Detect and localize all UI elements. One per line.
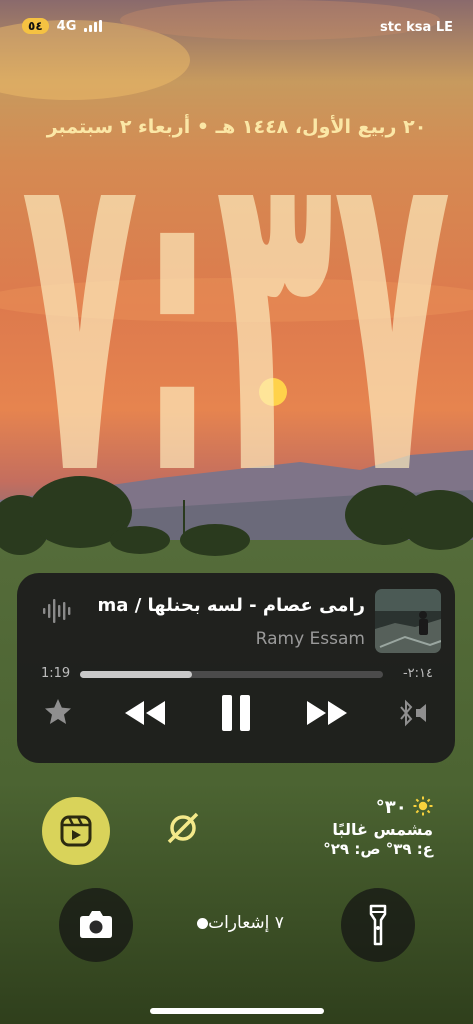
- notification-dot-icon: [197, 917, 209, 929]
- weather-temp: ٣٠°: [375, 797, 407, 818]
- progress-track[interactable]: [80, 671, 383, 678]
- bluetooth-speaker-icon[interactable]: [397, 699, 433, 727]
- battery-indicator: ٥٤: [22, 18, 49, 34]
- reels-icon: [60, 815, 92, 847]
- flashlight-icon: [369, 904, 387, 946]
- weather-temp-row: ٣٠°: [323, 796, 433, 818]
- weather-widget[interactable]: ٣٠° مشمس غالبًا ع: ٣٩° ص: ٢٩°: [323, 796, 433, 858]
- artist-name: Ramy Essam: [255, 629, 365, 649]
- star-icon[interactable]: [43, 697, 73, 727]
- network-type: 4G: [56, 18, 77, 34]
- weather-condition: مشمس غالبًا: [332, 820, 433, 839]
- rewind-icon[interactable]: [123, 699, 167, 727]
- sun-icon: [413, 796, 433, 816]
- now-playing-widget[interactable]: رامى عصام - لسه بحنلها / ma Ramy Essam 1…: [17, 573, 455, 763]
- notifications-label: ٧ إشعارات: [208, 913, 284, 933]
- status-left: ٥٤ 4G: [22, 18, 103, 34]
- signal-icon: [84, 20, 103, 32]
- focus-button[interactable]: [42, 797, 110, 865]
- fast-forward-icon[interactable]: [305, 699, 349, 727]
- song-title: رامى عصام - لسه بحنلها / ma: [97, 595, 365, 616]
- pause-icon[interactable]: [219, 693, 253, 733]
- lock-date: ٢٠ ربيع الأول، ١٤٤٨ هـ • أربعاء ٢ سبتمبر: [46, 116, 427, 138]
- flashlight-button[interactable]: [341, 888, 415, 962]
- clock-time: ٧:٣٧: [21, 138, 451, 488]
- remaining-time: -٢:١٤: [402, 666, 433, 681]
- weather-range: ع: ٣٩° ص: ٢٩°: [323, 840, 433, 858]
- home-indicator[interactable]: [150, 1008, 324, 1014]
- progress-fill: [80, 671, 193, 678]
- lock-clock: ٧:٣٧: [21, 138, 451, 488]
- album-art[interactable]: [375, 589, 441, 653]
- elapsed-time: 1:19: [41, 666, 71, 681]
- sync-icon[interactable]: [163, 808, 203, 848]
- carrier-name: stc ksa LE: [379, 20, 453, 35]
